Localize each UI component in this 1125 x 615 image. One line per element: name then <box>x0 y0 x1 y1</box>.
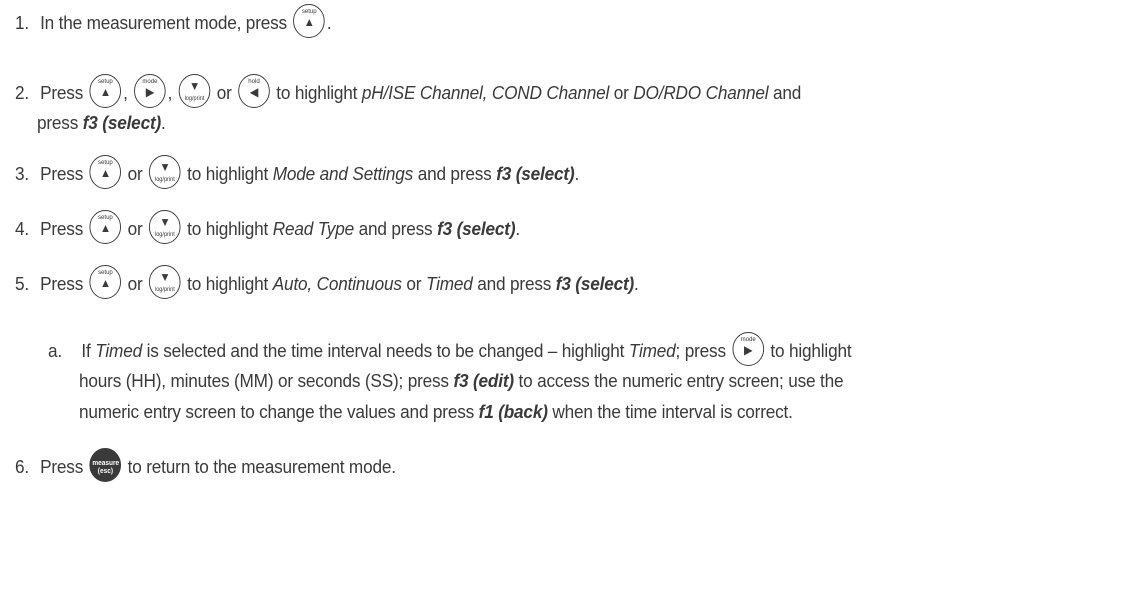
read-type-option: Auto, Continuous <box>272 272 402 294</box>
step-number: 6. <box>15 455 29 477</box>
step-text: or <box>613 81 629 103</box>
substep-a: a. If Timed is selected and the time int… <box>48 332 852 366</box>
step-text: when the time interval is correct. <box>552 401 793 422</box>
logprint-down-key-icon: ▼ log/print <box>178 74 211 108</box>
read-type-option: Timed <box>95 339 142 361</box>
step-number: 1. <box>15 11 29 33</box>
mode-right-key-icon: mode ▶ <box>732 332 764 366</box>
step-text: to highlight <box>187 162 269 184</box>
menu-option: Mode and Settings <box>272 162 414 184</box>
step-text: hours (HH), minutes (MM) or seconds (SS)… <box>79 370 449 391</box>
separator: , <box>123 81 128 103</box>
channel-option: pH/ISE Channel, COND Channel <box>361 81 610 103</box>
step-text: and press <box>477 272 552 294</box>
separator: , <box>167 81 173 103</box>
setup-up-key-icon: setup ▲ <box>89 210 122 244</box>
read-type-option: Timed <box>628 339 676 361</box>
softkey-action: f1 (back) <box>478 401 548 422</box>
step-text: and <box>772 81 802 103</box>
step-text: numeric entry screen to change the value… <box>79 401 475 422</box>
step-text: to highlight <box>187 217 269 239</box>
step-text: . <box>326 11 332 33</box>
step-text: or <box>127 217 143 239</box>
step-2: 2. Press setup ▲, mode ▶, ▼ log/print or ho… <box>15 74 802 108</box>
step-text: or <box>127 272 143 294</box>
logprint-down-key-icon: ▼ log/print <box>149 265 181 299</box>
setup-up-key-icon: setup ▲ <box>89 74 122 108</box>
step-text: and press <box>358 217 433 239</box>
step-text: Press <box>40 81 84 103</box>
step-text: or <box>127 162 143 184</box>
step-2-continued: press f3 (select). <box>37 112 166 133</box>
substep-a-line-2: hours (HH), minutes (MM) or seconds (SS)… <box>79 369 844 393</box>
step-text: is selected and the time interval needs … <box>146 339 625 361</box>
step-text: to return to the measurement mode. <box>127 455 396 477</box>
step-5: 5. Press setup ▲ or ▼ log/print to highlig… <box>15 265 639 299</box>
hold-left-key-icon: hold ◀ <box>238 74 270 108</box>
step-text: or <box>406 272 422 294</box>
logprint-down-key-icon: ▼ log/print <box>149 210 181 244</box>
menu-option: Read Type <box>272 217 354 239</box>
softkey-action: f3 (select) <box>555 272 635 294</box>
softkey-action: f3 (select) <box>82 112 162 133</box>
setup-up-key-icon: setup ▲ <box>293 4 326 38</box>
step-number: 4. <box>15 217 29 239</box>
step-6: 6. Press measure (esc) to return to the m… <box>15 448 396 482</box>
step-4: 4. Press setup ▲ or ▼ log/print to highlig… <box>15 210 520 244</box>
measure-esc-key-icon: measure (esc) <box>89 448 122 482</box>
step-text: press <box>37 112 79 133</box>
step-text: to highlight <box>770 339 852 361</box>
step-text: If <box>81 339 91 361</box>
mode-right-key-icon: mode ▶ <box>134 74 166 108</box>
step-text: or <box>216 81 232 103</box>
softkey-action: f3 (select) <box>437 217 516 239</box>
step-number: 2. <box>15 81 29 103</box>
step-text: Press <box>40 217 84 239</box>
step-number: 3. <box>15 162 29 184</box>
step-1: 1. In the measurement mode, press setup ▲… <box>15 4 332 38</box>
step-3: 3. Press setup ▲ or ▼ log/print to highlig… <box>15 155 579 189</box>
step-text: In the measurement mode, press <box>40 11 287 33</box>
step-text: Press <box>40 455 84 477</box>
logprint-down-key-icon: ▼ log/print <box>149 155 181 189</box>
setup-up-key-icon: setup ▲ <box>89 265 122 299</box>
step-text: Press <box>40 162 84 184</box>
softkey-action: f3 (edit) <box>453 370 514 391</box>
substep-letter: a. <box>48 339 62 361</box>
step-number: 5. <box>15 272 29 294</box>
softkey-action: f3 (select) <box>496 162 575 184</box>
setup-up-key-icon: setup ▲ <box>89 155 122 189</box>
substep-a-line-3: numeric entry screen to change the value… <box>79 400 793 424</box>
channel-option: DO/RDO Channel <box>633 81 769 103</box>
step-text: to highlight <box>187 272 269 294</box>
instruction-document: 1. In the measurement mode, press setup ▲… <box>0 0 1125 615</box>
step-text: ; press <box>675 339 727 361</box>
step-text: to access the numeric entry screen; use … <box>518 370 844 391</box>
step-text: and press <box>417 162 492 184</box>
read-type-option: Timed <box>425 272 473 294</box>
step-text: Press <box>40 272 84 294</box>
step-text: to highlight <box>276 81 358 103</box>
